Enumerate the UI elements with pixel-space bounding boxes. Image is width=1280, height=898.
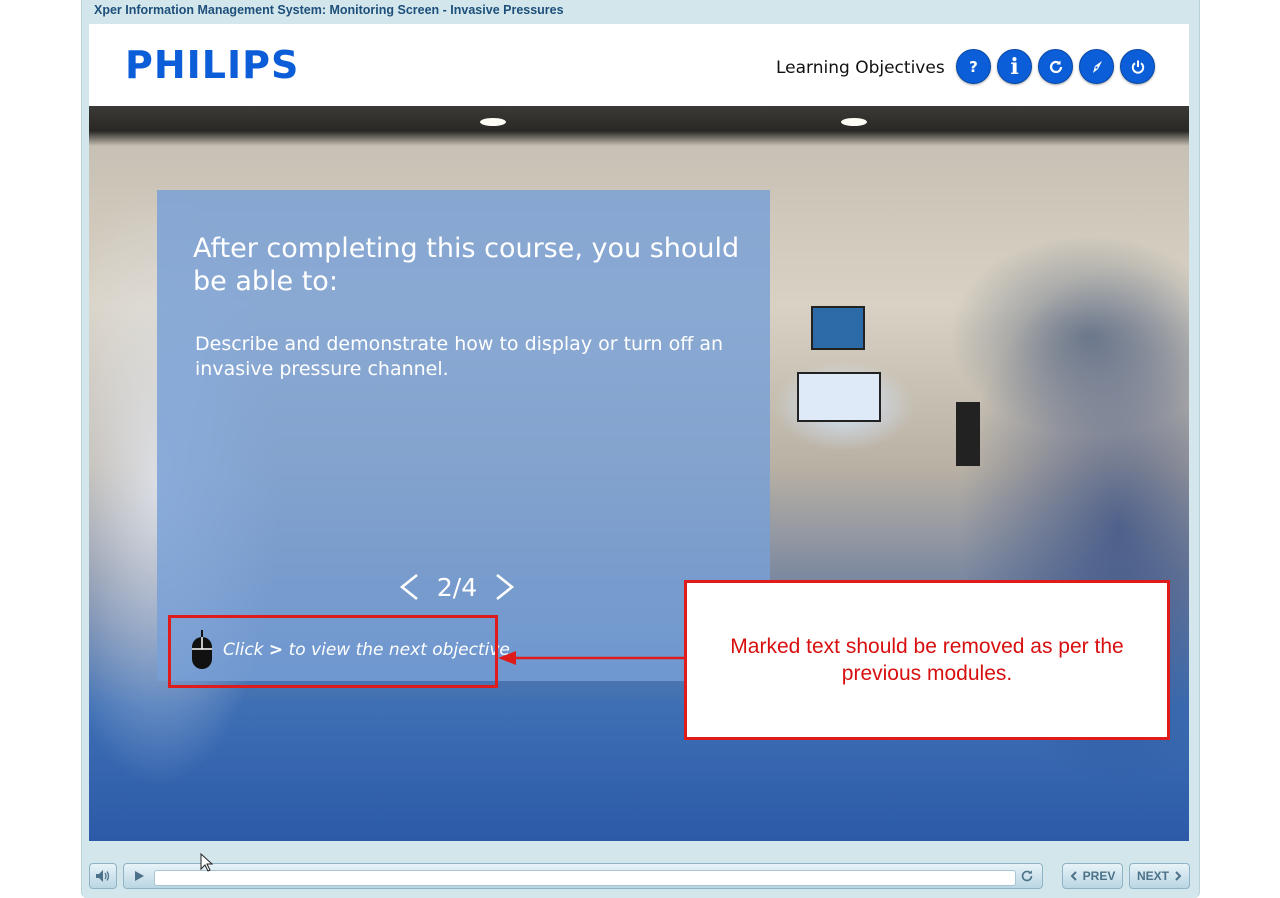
help-button[interactable]: ?	[956, 49, 991, 84]
replay-button[interactable]	[1038, 49, 1073, 84]
info-button[interactable]: i	[997, 49, 1032, 84]
next-objective-button[interactable]	[493, 572, 517, 602]
pager-count: 2/4	[436, 572, 478, 602]
next-button[interactable]: NEXT	[1129, 863, 1190, 889]
window-title: Xper Information Management System: Moni…	[94, 3, 564, 17]
ceiling-light	[480, 118, 506, 126]
chevron-right-icon	[1175, 871, 1182, 881]
review-highlight-box	[168, 615, 498, 688]
power-icon	[1131, 60, 1144, 74]
help-icon: ?	[969, 57, 978, 76]
progress-track[interactable]	[154, 870, 1016, 886]
panel-heading: After completing this course, you should…	[193, 233, 740, 297]
background-monitor	[797, 372, 881, 422]
philips-logo: PHILIPS	[125, 43, 300, 87]
review-comment: Marked text should be removed as per the…	[684, 580, 1170, 740]
next-label: NEXT	[1136, 869, 1169, 883]
mouse-cursor-icon	[200, 853, 214, 872]
exit-button[interactable]	[1120, 49, 1155, 84]
playback-bar: PREV NEXT	[89, 862, 1190, 890]
background-monitor	[956, 402, 980, 466]
background-monitor	[811, 306, 865, 350]
chevron-left-icon	[1070, 871, 1077, 881]
refresh-icon	[1049, 60, 1062, 73]
seek-bar[interactable]	[123, 863, 1043, 889]
objective-panel: After completing this course, you should…	[157, 190, 770, 681]
objective-text: Describe and demonstrate how to display …	[195, 333, 724, 380]
navigate-button[interactable]	[1079, 49, 1114, 84]
prev-button[interactable]: PREV	[1062, 863, 1123, 889]
replay-icon[interactable]	[1020, 869, 1034, 883]
info-icon: i	[1010, 53, 1019, 80]
compass-icon	[1092, 60, 1102, 73]
review-comment-text: Marked text should be removed as per the…	[730, 635, 1124, 685]
prev-label: PREV	[1082, 869, 1116, 883]
header-bar: PHILIPS Learning Objectives ? i	[89, 24, 1189, 106]
prev-objective-button[interactable]	[397, 572, 421, 602]
speaker-icon	[96, 870, 110, 882]
section-title: Learning Objectives	[776, 58, 945, 78]
ceiling-light	[841, 118, 867, 126]
volume-button[interactable]	[89, 863, 117, 889]
callout-arrow	[498, 651, 688, 665]
play-icon[interactable]	[133, 870, 145, 882]
objective-pager: 2/4	[397, 570, 517, 604]
